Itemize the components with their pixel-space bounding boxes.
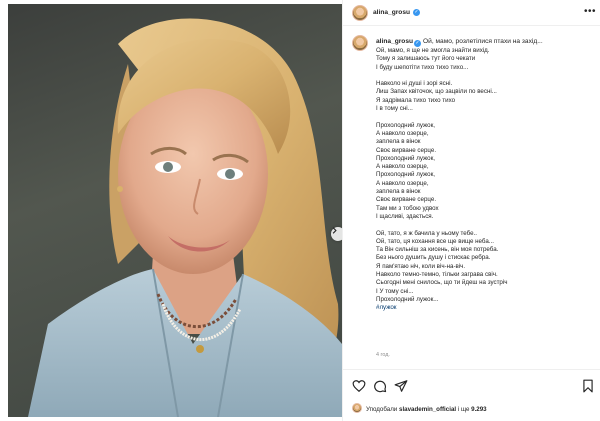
chevron-right-icon: [332, 227, 337, 234]
liked-by-prefix: Уподобали: [366, 406, 398, 413]
caption-line: Я пам'ятаю ніч, коли віч-на-віч.: [376, 262, 466, 270]
liker-avatar[interactable]: [352, 403, 362, 413]
caption-line: Прохолодний лужок,: [376, 121, 436, 129]
caption-line: [376, 113, 598, 121]
comment-icon[interactable]: [373, 379, 387, 393]
caption-line: [376, 72, 598, 80]
hashtag-link[interactable]: #лужок: [376, 304, 598, 312]
caption-line: Сьогодні мені снилось, що ти йдеш на зус…: [376, 279, 508, 287]
caption-username[interactable]: alina_grosu: [376, 38, 413, 45]
caption-line: Навколо ні душі і зорі ясні.: [376, 80, 453, 88]
caption-title: Ой, мамо, розлетілися птахи на захід...: [423, 38, 543, 45]
caption-line: Там ми з тобою удвох: [376, 204, 439, 212]
liked-by-suffix: і ще: [457, 406, 470, 413]
caption-line: Тому я залишаюсь тут його чекати: [376, 55, 476, 63]
caption-line: Своє вирване серце.: [376, 196, 437, 204]
caption-line: Навколо темно-темно, тільки заграва свіч…: [376, 271, 498, 279]
caption-line: заплела в вінок: [376, 188, 421, 196]
post-photo[interactable]: [8, 4, 342, 417]
caption-line: Та Він сильніш за кисень, він моя потреб…: [376, 246, 499, 254]
caption-line: Ой, тато, ця кохання все ще вище неба...: [376, 237, 494, 245]
caption-line: Прохолодний лужок,: [376, 154, 436, 162]
caption-line: Ой, тато, я ж бачила у ньому тебе..: [376, 229, 478, 237]
verified-badge-icon: ✓: [414, 40, 422, 47]
avatar[interactable]: [352, 5, 368, 21]
portrait-image: [28, 18, 342, 417]
header-username[interactable]: alina_grosu: [373, 9, 410, 16]
bookmark-icon[interactable]: [581, 379, 595, 393]
caption-line: Без нього душить душу і стискає ребра.: [376, 254, 491, 262]
likes-summary[interactable]: Уподобали slavademin_official і ще 9.293: [366, 406, 487, 413]
post-header: alina_grosu ✓ •••: [343, 0, 600, 26]
paper-plane-icon[interactable]: [394, 379, 408, 393]
caption-line: Прохолодний лужок...: [376, 295, 439, 303]
caption-line: Лиш Запах квіточок, що зацвіли по весні.…: [376, 88, 497, 96]
instagram-post-view: alina_grosu ✓ ••• alina_grosu ✓ Ой, мамо, …: [0, 0, 600, 421]
caption-line: А навколо озерце,: [376, 163, 429, 171]
more-options-icon[interactable]: •••: [584, 6, 596, 17]
likes-row: Уподобали slavademin_official і ще 9.293: [343, 399, 600, 419]
action-bar: [343, 369, 600, 399]
caption-line: [376, 221, 598, 229]
caption-area: alina_grosu ✓ Ой, мамо, розлетілися птахи …: [343, 27, 600, 367]
caption-line: Я задрімала тихо тихо тихо: [376, 96, 456, 104]
caption-line: Своє вирване серце.: [376, 146, 437, 154]
caption-line: Ой, мамо, я ще не змогла знайти вихід.: [376, 47, 490, 54]
caption-avatar[interactable]: [352, 35, 368, 51]
caption-line: А навколо озерце,: [376, 179, 429, 187]
verified-badge-icon: ✓: [413, 9, 420, 16]
next-image-button[interactable]: [331, 227, 342, 241]
heart-icon[interactable]: [352, 379, 366, 393]
caption-text: Ой, мамо, я ще не змогла знайти вихід. То…: [376, 47, 598, 313]
caption-line: І щасливі, здається.: [376, 212, 434, 220]
caption-line: І буду шепотіти тихо тихо тихо...: [376, 63, 469, 71]
caption-line: І У тому сні...: [376, 287, 414, 295]
caption-line: заплела в вінок: [376, 138, 421, 146]
liked-by-user[interactable]: slavademin_official: [399, 406, 456, 413]
likes-count[interactable]: 9.293: [471, 406, 486, 413]
caption-line: Прохолодний лужок,: [376, 171, 436, 179]
post-time[interactable]: 4 год.: [376, 352, 390, 358]
caption-header: alina_grosu ✓ Ой, мамо, розлетілися птахи …: [376, 37, 598, 47]
post-side-panel: alina_grosu ✓ ••• alina_grosu ✓ Ой, мамо, …: [342, 0, 600, 421]
caption-line: І в тому сні...: [376, 105, 413, 113]
caption-line: А навколо озерце,: [376, 129, 429, 137]
